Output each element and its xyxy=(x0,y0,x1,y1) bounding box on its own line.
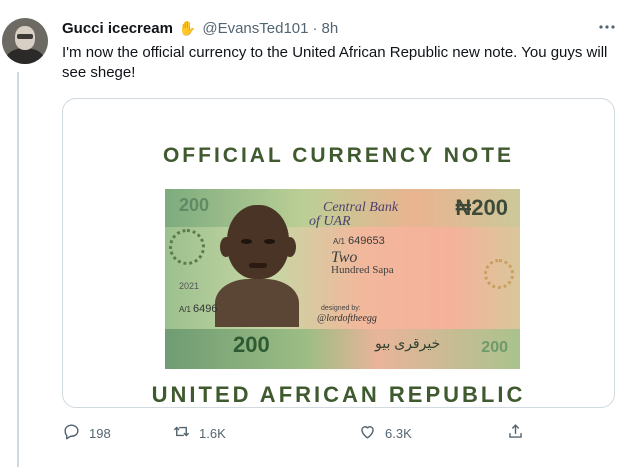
banknote-pattern-left xyxy=(169,229,205,265)
portrait-mouth xyxy=(249,263,267,268)
more-horizontal-icon[interactable] xyxy=(598,18,616,41)
banknote-pattern-right xyxy=(484,259,514,289)
tweet-header: Gucci icecream ✋ @EvansTed101 · 8h xyxy=(62,18,338,38)
banknote-bottom-right-denomination: 200 xyxy=(481,339,508,356)
reply-count: 198 xyxy=(89,425,111,441)
like-button[interactable]: 6.3K xyxy=(358,422,412,444)
like-count: 6.3K xyxy=(385,425,412,441)
banknote-bank-name: Central Bank of UAR xyxy=(309,200,399,229)
banknote-year: 2021 xyxy=(179,281,200,291)
retweet-count: 1.6K xyxy=(199,425,226,441)
tweet-time[interactable]: 8h xyxy=(321,20,338,37)
banknote-signature: @lordoftheegg xyxy=(317,313,377,324)
portrait-eye-left xyxy=(241,239,252,244)
banknote-designed-by: designed by: xyxy=(321,305,361,312)
hand-emoji-icon: ✋ xyxy=(178,19,197,36)
serial-number: 649653 xyxy=(348,235,385,247)
tweet-text: I'm now the official currency to the Uni… xyxy=(62,44,608,81)
avatar-body xyxy=(6,48,44,64)
banknote-serial-top: A/1 649653 xyxy=(333,235,385,247)
retweet-button[interactable]: 1.6K xyxy=(172,422,226,444)
bank-name-line1: Central Bank xyxy=(323,200,399,215)
banknote-image: 200 Central Bank of UAR ₦200 A/1 649653 T… xyxy=(165,189,520,369)
portrait-shoulders xyxy=(215,279,299,327)
banknote-amount-words: Two Hundred Sapa xyxy=(331,249,394,277)
share-button[interactable] xyxy=(506,422,525,444)
share-icon xyxy=(506,422,525,444)
banknote-serial-left: A/1 6496 xyxy=(179,303,218,315)
retweet-icon xyxy=(172,422,191,444)
tweet-actions: 198 1.6K 6.3K xyxy=(62,422,532,444)
serial-left-fraction: A/1 xyxy=(179,305,192,314)
portrait-eye-right xyxy=(264,239,275,244)
reply-icon xyxy=(62,422,81,444)
author-name[interactable]: Gucci icecream xyxy=(62,20,173,37)
banknote-arabic-text: ﺧﯿﺮﻗﺮﯼ ﺑﯿﻮ xyxy=(375,335,441,351)
banknote-bottom-band xyxy=(165,329,520,369)
amount-line1: Two xyxy=(331,249,358,266)
serial-left-number: 6496 xyxy=(193,303,218,315)
banknote-bottom-denomination: 200 xyxy=(233,332,270,357)
bank-name-line2: of UAR xyxy=(309,214,351,229)
separator-dot: · xyxy=(312,19,318,37)
thread-line xyxy=(17,72,19,467)
avatar[interactable] xyxy=(2,18,48,64)
banknote-denomination-faded: 200 xyxy=(179,195,210,215)
author-handle[interactable]: @EvansTed101 xyxy=(202,20,308,37)
banknote-portrait xyxy=(215,203,299,327)
serial-fraction: A/1 xyxy=(333,237,346,246)
amount-line2: Hundred Sapa xyxy=(331,264,394,276)
avatar-glasses xyxy=(17,34,33,39)
heart-icon xyxy=(358,422,377,444)
reply-button[interactable]: 198 xyxy=(62,422,111,444)
media-card[interactable]: OFFICIAL CURRENCY NOTE 200 Central Bank … xyxy=(62,98,615,408)
card-top-title: OFFICIAL CURRENCY NOTE xyxy=(162,144,515,167)
banknote-denomination: ₦200 xyxy=(455,195,508,220)
card-bottom-title: UNITED AFRICAN REPUBLIC xyxy=(151,382,526,407)
